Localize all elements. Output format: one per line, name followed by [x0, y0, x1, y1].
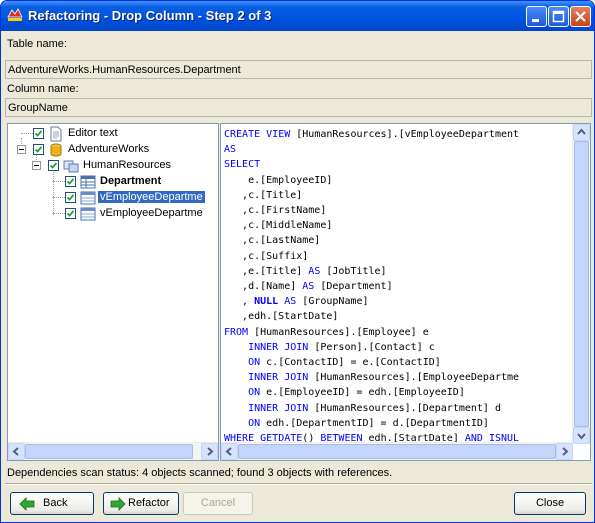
scroll-thumb[interactable] [574, 141, 589, 427]
scroll-right-button[interactable] [556, 443, 573, 460]
tree-item-label: vEmployeeDepartme [100, 207, 203, 219]
tree-line [21, 133, 33, 134]
view-icon [80, 207, 96, 221]
minimize-button[interactable] [526, 6, 547, 27]
code-line: ,c.[FirstName] [224, 205, 327, 217]
code-line: ON e.[EmployeeID] = edh.[EmployeeID] [248, 387, 465, 399]
code-vertical-scrollbar[interactable] [572, 124, 590, 444]
scroll-thumb[interactable] [238, 444, 556, 459]
back-button-label: Back [43, 497, 68, 509]
collapse-toggle[interactable] [17, 145, 26, 154]
close-button-label: Close [535, 497, 565, 509]
code-line: ,c.[Title] [224, 189, 303, 201]
checkmark-icon [49, 162, 58, 169]
checkmark-icon [34, 130, 43, 137]
sql-code[interactable]: CREATE VIEW [HumanResources].[vEmployeeD… [224, 127, 564, 446]
window-title: Refactoring - Drop Column - Step 2 of 3 [28, 8, 272, 23]
maximize-icon [552, 10, 565, 23]
tree-item-label: Editor text [68, 127, 118, 139]
arrow-left-icon [225, 447, 232, 456]
code-line: ON edh.[DepartmentID] = d.[DepartmentID] [248, 417, 489, 429]
code-line: AS [224, 144, 237, 156]
code-line: ,c.[Suffix] [224, 250, 309, 262]
refactoring-dialog: Refactoring - Drop Column - Step 2 of 3 … [0, 0, 595, 523]
code-line: e.[EmployeeID] [224, 174, 333, 186]
database-icon [50, 143, 62, 157]
cancel-button-label: Cancel [200, 497, 236, 509]
tree-horizontal-scrollbar[interactable] [8, 442, 218, 460]
table-icon [80, 175, 96, 189]
checkbox[interactable] [33, 128, 44, 139]
arrow-left-icon [12, 447, 19, 456]
code-line: ON c.[ContactID] = e.[ContactID] [248, 357, 441, 369]
scroll-thumb[interactable] [25, 444, 193, 459]
code-line: ,c.[LastName] [224, 235, 321, 247]
arrow-right-icon [207, 447, 214, 456]
checkmark-icon [66, 210, 75, 217]
checkbox[interactable] [65, 192, 76, 203]
code-line: , NULL AS [GroupName] [224, 296, 369, 308]
refactor-button[interactable]: Refactor [103, 492, 179, 515]
checkmark-icon [66, 194, 75, 201]
code-line: ,d.[Name] AS [Department] [224, 281, 393, 293]
tree-item-label: Department [100, 175, 162, 187]
scroll-left-button[interactable] [221, 443, 238, 460]
red-gate-logo-icon [7, 8, 23, 21]
close-window-button[interactable] [570, 6, 591, 27]
refactor-button-label: Refactor [128, 497, 170, 509]
tree-line [53, 197, 65, 198]
tree-line [53, 181, 65, 182]
scroll-right-button[interactable] [201, 443, 218, 460]
sql-preview[interactable]: CREATE VIEW [HumanResources].[vEmployeeD… [220, 123, 591, 461]
checkmark-icon [34, 146, 43, 153]
code-line: CREATE VIEW [HumanResources].[vEmployeeD… [224, 129, 520, 140]
tree-line [53, 213, 65, 214]
dependency-tree[interactable]: Editor text AdventureWorks HumanResource… [7, 123, 219, 461]
cancel-button[interactable]: Cancel [183, 492, 253, 515]
code-line: INNER JOIN [Person].[Contact] c [248, 341, 435, 353]
document-icon [50, 126, 62, 142]
arrow-left-icon [19, 497, 35, 511]
tree-item-label: HumanResources [83, 159, 172, 171]
scan-status-text: Dependencies scan status: 4 objects scan… [7, 467, 393, 479]
view-icon [80, 191, 96, 205]
tree-item-label: AdventureWorks [68, 143, 150, 155]
code-line: INNER JOIN [HumanResources].[Department]… [248, 402, 501, 414]
maximize-button[interactable] [548, 6, 569, 27]
close-icon [575, 11, 586, 22]
column-name-label: Column name: [7, 83, 79, 95]
divider [5, 483, 592, 485]
code-horizontal-scrollbar[interactable] [221, 442, 573, 460]
minimize-icon [532, 19, 539, 22]
code-line: ,edh.[StartDate] [224, 311, 339, 323]
table-name-label: Table name: [7, 38, 67, 50]
arrow-right-icon [110, 497, 126, 511]
code-line: SELECT [224, 159, 261, 171]
checkbox[interactable] [65, 176, 76, 187]
checkbox[interactable] [48, 160, 59, 171]
code-line: FROM [HumanResources].[Employee] e [224, 326, 429, 338]
back-button[interactable]: Back [10, 492, 94, 515]
code-line: INNER JOIN [HumanResources].[EmployeeDep… [248, 372, 520, 384]
collapse-toggle[interactable] [32, 161, 41, 170]
arrow-up-icon [577, 128, 586, 135]
tree-item-label: vEmployeeDepartme [98, 191, 205, 203]
checkmark-icon [66, 178, 75, 185]
code-line: ,c.[MiddleName] [224, 220, 333, 232]
tree-line [53, 168, 54, 215]
close-button[interactable]: Close [514, 492, 586, 515]
table-name-field[interactable]: AdventureWorks.HumanResources.Department [5, 60, 592, 79]
scroll-left-button[interactable] [8, 443, 25, 460]
checkbox[interactable] [33, 144, 44, 155]
column-name-field[interactable]: GroupName [5, 98, 592, 117]
title-bar[interactable]: Refactoring - Drop Column - Step 2 of 3 [1, 1, 594, 31]
checkbox[interactable] [65, 208, 76, 219]
arrow-down-icon [577, 433, 586, 440]
schema-icon [63, 160, 79, 173]
arrow-right-icon [562, 447, 569, 456]
code-line: ,e.[Title] AS [JobTitle] [224, 265, 387, 277]
scroll-up-button[interactable] [573, 124, 590, 141]
scroll-down-button[interactable] [573, 427, 590, 444]
